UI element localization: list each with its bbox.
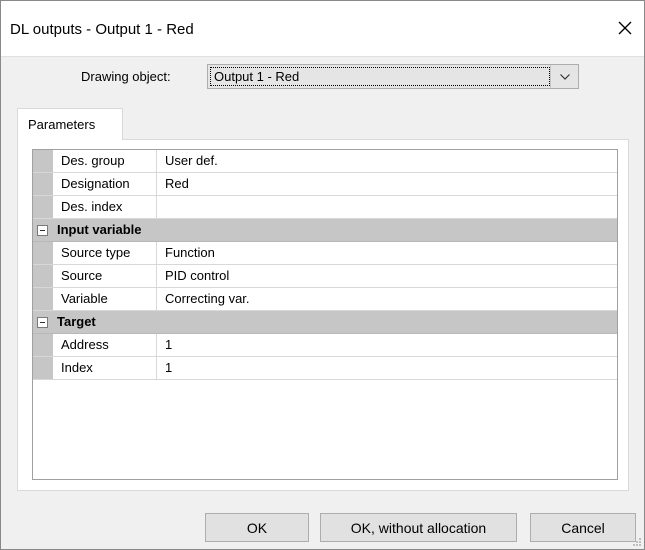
- dropdown-button[interactable]: [550, 65, 578, 88]
- property-value[interactable]: [157, 196, 617, 218]
- dialog-window: DL outputs - Output 1 - Red Drawing obje…: [0, 0, 645, 550]
- window-title: DL outputs - Output 1 - Red: [10, 21, 194, 38]
- ok-without-allocation-button[interactable]: OK, without allocation: [320, 513, 517, 542]
- drawing-object-row: Drawing object: Output 1 - Red: [1, 64, 644, 90]
- property-value[interactable]: Function: [157, 242, 617, 264]
- property-value[interactable]: User def.: [157, 150, 617, 172]
- row-gutter: [33, 288, 53, 310]
- property-value[interactable]: Correcting var.: [157, 288, 617, 310]
- tab-parameters[interactable]: Parameters: [17, 108, 123, 140]
- property-name: Des. group: [53, 150, 157, 172]
- drawing-object-label: Drawing object:: [81, 69, 171, 84]
- property-value[interactable]: 1: [157, 357, 617, 379]
- row-gutter: [33, 357, 53, 379]
- property-grid: Des. group User def. Designation Red Des…: [32, 149, 618, 480]
- table-row[interactable]: Designation Red: [33, 173, 617, 196]
- table-row[interactable]: Variable Correcting var.: [33, 288, 617, 311]
- drawing-object-value: Output 1 - Red: [210, 67, 550, 86]
- property-name: Designation: [53, 173, 157, 195]
- category-input-variable[interactable]: Input variable: [33, 219, 617, 242]
- table-row[interactable]: Source PID control: [33, 265, 617, 288]
- table-row[interactable]: Index 1: [33, 357, 617, 380]
- chevron-down-icon: [559, 73, 570, 80]
- property-name: Des. index: [53, 196, 157, 218]
- category-target[interactable]: Target: [33, 311, 617, 334]
- close-button[interactable]: [612, 15, 638, 41]
- table-row[interactable]: Source type Function: [33, 242, 617, 265]
- row-gutter: [33, 334, 53, 356]
- row-gutter: [33, 196, 53, 218]
- title-bar: DL outputs - Output 1 - Red: [1, 1, 644, 57]
- category-label: Input variable: [57, 222, 142, 237]
- row-gutter: [33, 173, 53, 195]
- property-value[interactable]: 1: [157, 334, 617, 356]
- category-label: Target: [57, 314, 96, 329]
- table-row[interactable]: Des. index: [33, 196, 617, 219]
- property-name: Variable: [53, 288, 157, 310]
- property-value[interactable]: Red: [157, 173, 617, 195]
- property-name: Source type: [53, 242, 157, 264]
- row-gutter: [33, 150, 53, 172]
- ok-button[interactable]: OK: [205, 513, 309, 542]
- property-name: Source: [53, 265, 157, 287]
- property-name: Address: [53, 334, 157, 356]
- resize-grip-icon[interactable]: [632, 537, 642, 547]
- parameters-panel: Des. group User def. Designation Red Des…: [17, 139, 629, 491]
- property-value[interactable]: PID control: [157, 265, 617, 287]
- close-icon: [618, 21, 632, 35]
- table-row[interactable]: Address 1: [33, 334, 617, 357]
- cancel-button[interactable]: Cancel: [530, 513, 636, 542]
- collapse-minus-icon[interactable]: [37, 317, 48, 328]
- property-name: Index: [53, 357, 157, 379]
- collapse-minus-icon[interactable]: [37, 225, 48, 236]
- row-gutter: [33, 265, 53, 287]
- table-row[interactable]: Des. group User def.: [33, 150, 617, 173]
- drawing-object-select[interactable]: Output 1 - Red: [207, 64, 579, 89]
- row-gutter: [33, 242, 53, 264]
